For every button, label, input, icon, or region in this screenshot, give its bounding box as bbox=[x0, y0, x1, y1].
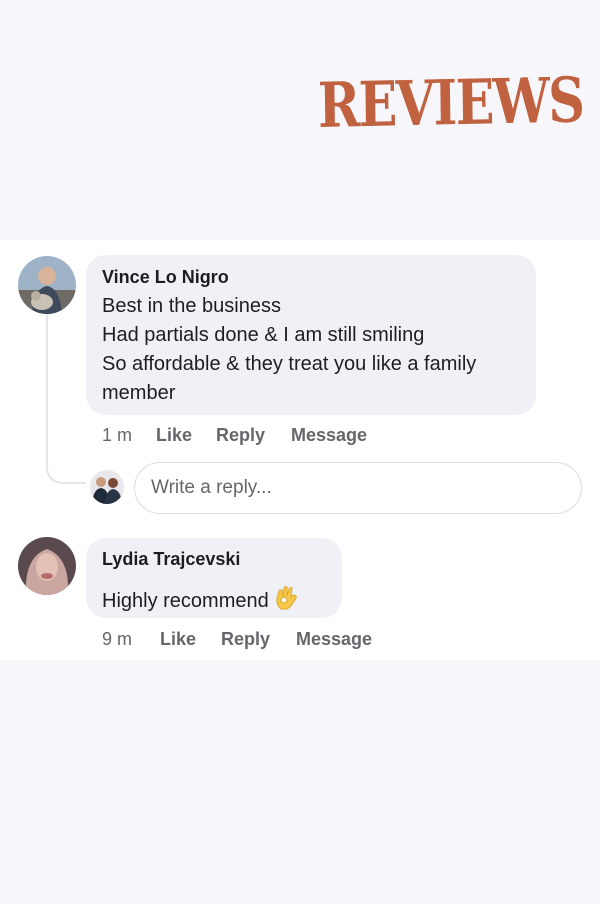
comment-text: Highly recommend bbox=[102, 590, 269, 612]
message-button[interactable]: Message bbox=[296, 629, 372, 650]
reply-button[interactable]: Reply bbox=[221, 629, 270, 650]
avatar-lydia[interactable] bbox=[18, 537, 76, 595]
comment-timestamp: 1 m bbox=[102, 425, 133, 445]
comment-text-line: Had partials done & I am still smiling bbox=[102, 324, 425, 346]
reply-box bbox=[134, 462, 582, 514]
like-button[interactable]: Like bbox=[160, 629, 196, 650]
ok-hand-emoji bbox=[275, 585, 299, 617]
comment-text-line: Best in the business bbox=[102, 295, 281, 317]
thread-connector-line bbox=[46, 314, 86, 484]
reply-button[interactable]: Reply bbox=[216, 425, 265, 446]
page-title: REVIEWS bbox=[317, 63, 584, 142]
reply-input[interactable] bbox=[151, 463, 561, 513]
current-user-avatar bbox=[90, 470, 124, 504]
comment-author[interactable]: Vince Lo Nigro bbox=[102, 267, 229, 288]
comment-text-line: Highly recommend bbox=[102, 585, 299, 617]
like-button[interactable]: Like bbox=[156, 425, 192, 446]
message-button[interactable]: Message bbox=[291, 425, 367, 446]
comment-author[interactable]: Lydia Trajcevski bbox=[102, 549, 240, 570]
comment-timestamp: 9 m bbox=[102, 629, 133, 649]
comment-text-line: So affordable & they treat you like a fa… bbox=[102, 353, 477, 375]
comment-text-line: member bbox=[102, 382, 176, 404]
avatar-vince[interactable] bbox=[18, 256, 76, 314]
